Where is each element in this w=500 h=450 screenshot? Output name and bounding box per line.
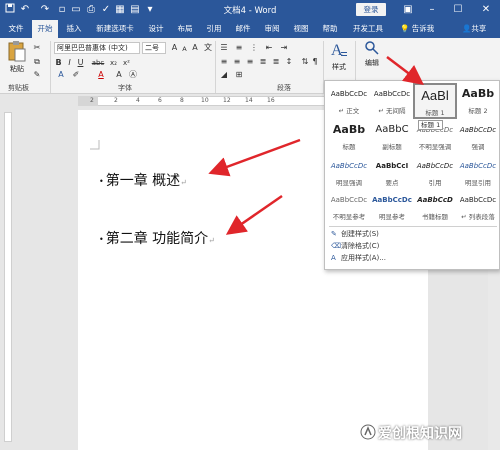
annotation-arrows (208, 56, 424, 235)
arrow-to-heading-1-style (386, 56, 424, 86)
arrow-to-chapter-2 (225, 194, 283, 235)
watermark-logo-icon (360, 424, 376, 440)
watermark-text: 爱创根知识网 (378, 426, 462, 442)
arrow-to-chapter-1 (208, 138, 301, 177)
watermark: 爱创根知识网 (360, 420, 500, 450)
